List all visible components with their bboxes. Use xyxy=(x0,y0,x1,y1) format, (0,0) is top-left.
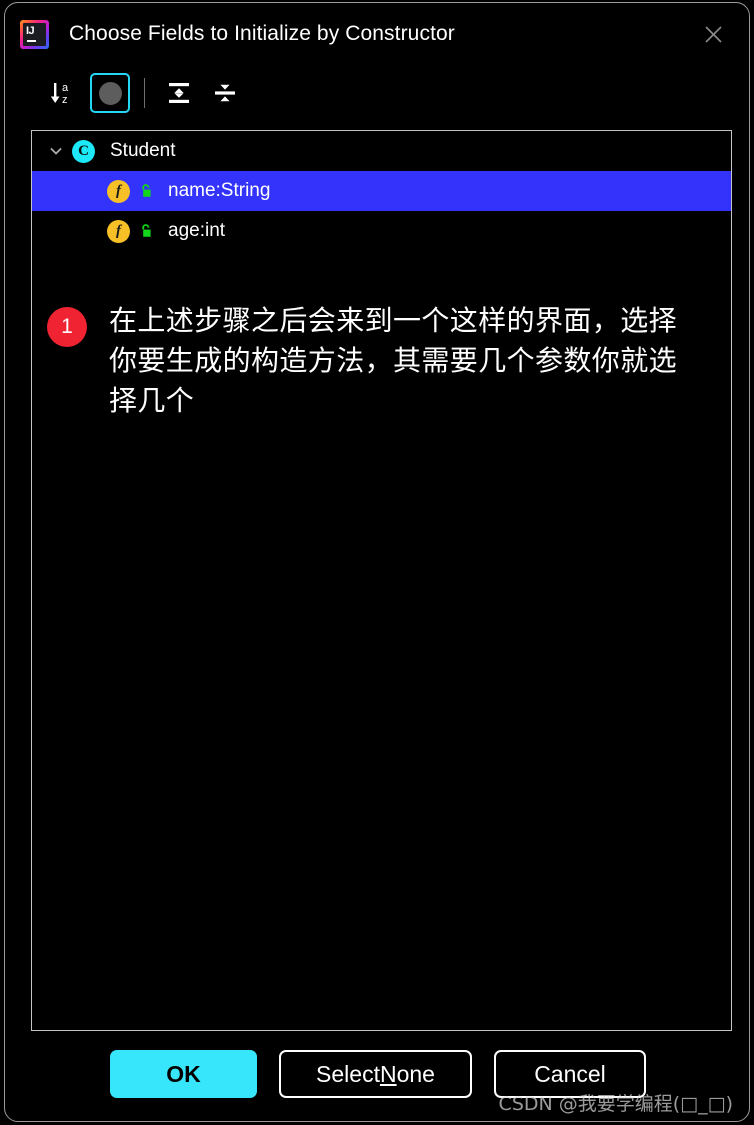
tree-node-class-student[interactable]: C Student xyxy=(32,131,731,171)
sort-alphabetically-button[interactable]: a z xyxy=(42,73,82,113)
expand-all-button[interactable] xyxy=(159,73,199,113)
tree-row[interactable]: f name:String xyxy=(32,171,731,211)
intellij-idea-icon: IJ xyxy=(20,19,49,49)
annotation-callout: 1 在上述步骤之后会来到一个这样的界面，选择你要生成的构造方法，其需要几个参数你… xyxy=(47,301,697,420)
tree-row-label: age:int xyxy=(168,220,226,241)
select-none-label-suffix: one xyxy=(396,1060,435,1087)
unlocked-padlock-icon xyxy=(137,182,155,200)
filled-circle-icon xyxy=(98,81,122,105)
close-icon[interactable] xyxy=(693,15,733,53)
annotation-badge: 1 xyxy=(47,307,87,347)
fields-tree-panel[interactable]: C Student f name:String f age:int xyxy=(31,130,732,1031)
svg-text:z: z xyxy=(62,94,68,106)
ok-button[interactable]: OK xyxy=(110,1050,257,1098)
tree-node-label: Student xyxy=(110,140,176,161)
page-title: Choose Fields to Initialize by Construct… xyxy=(69,22,455,45)
chevron-down-icon[interactable] xyxy=(45,140,67,162)
tree-row-label: name:String xyxy=(168,180,271,201)
select-none-mnemonic: N xyxy=(379,1060,397,1087)
choose-fields-dialog: IJ Choose Fields to Initialize by Constr… xyxy=(4,2,750,1122)
group-toggle-button[interactable] xyxy=(90,73,130,113)
select-none-label-prefix: Select xyxy=(316,1060,380,1087)
collapse-all-button[interactable] xyxy=(205,73,245,113)
unlocked-padlock-icon xyxy=(137,222,155,240)
toolbar-divider xyxy=(144,78,145,108)
field-icon: f xyxy=(107,219,130,243)
sort-alphabetically-icon: a z xyxy=(50,82,69,106)
select-none-button[interactable]: Select None xyxy=(279,1050,472,1098)
class-icon: C xyxy=(72,139,95,163)
annotation-text: 在上述步骤之后会来到一个这样的界面，选择你要生成的构造方法，其需要几个参数你就选… xyxy=(109,304,678,417)
collapse-all-icon xyxy=(215,84,235,102)
tree-row[interactable]: f age:int xyxy=(32,211,731,251)
field-icon: f xyxy=(107,179,130,203)
csdn-watermark: CSDN @我要学编程(□_□) xyxy=(498,1093,733,1115)
title-bar: IJ Choose Fields to Initialize by Constr… xyxy=(5,3,749,65)
svg-text:a: a xyxy=(62,82,69,94)
toolbar: a z xyxy=(5,65,749,121)
expand-all-icon xyxy=(169,83,189,103)
